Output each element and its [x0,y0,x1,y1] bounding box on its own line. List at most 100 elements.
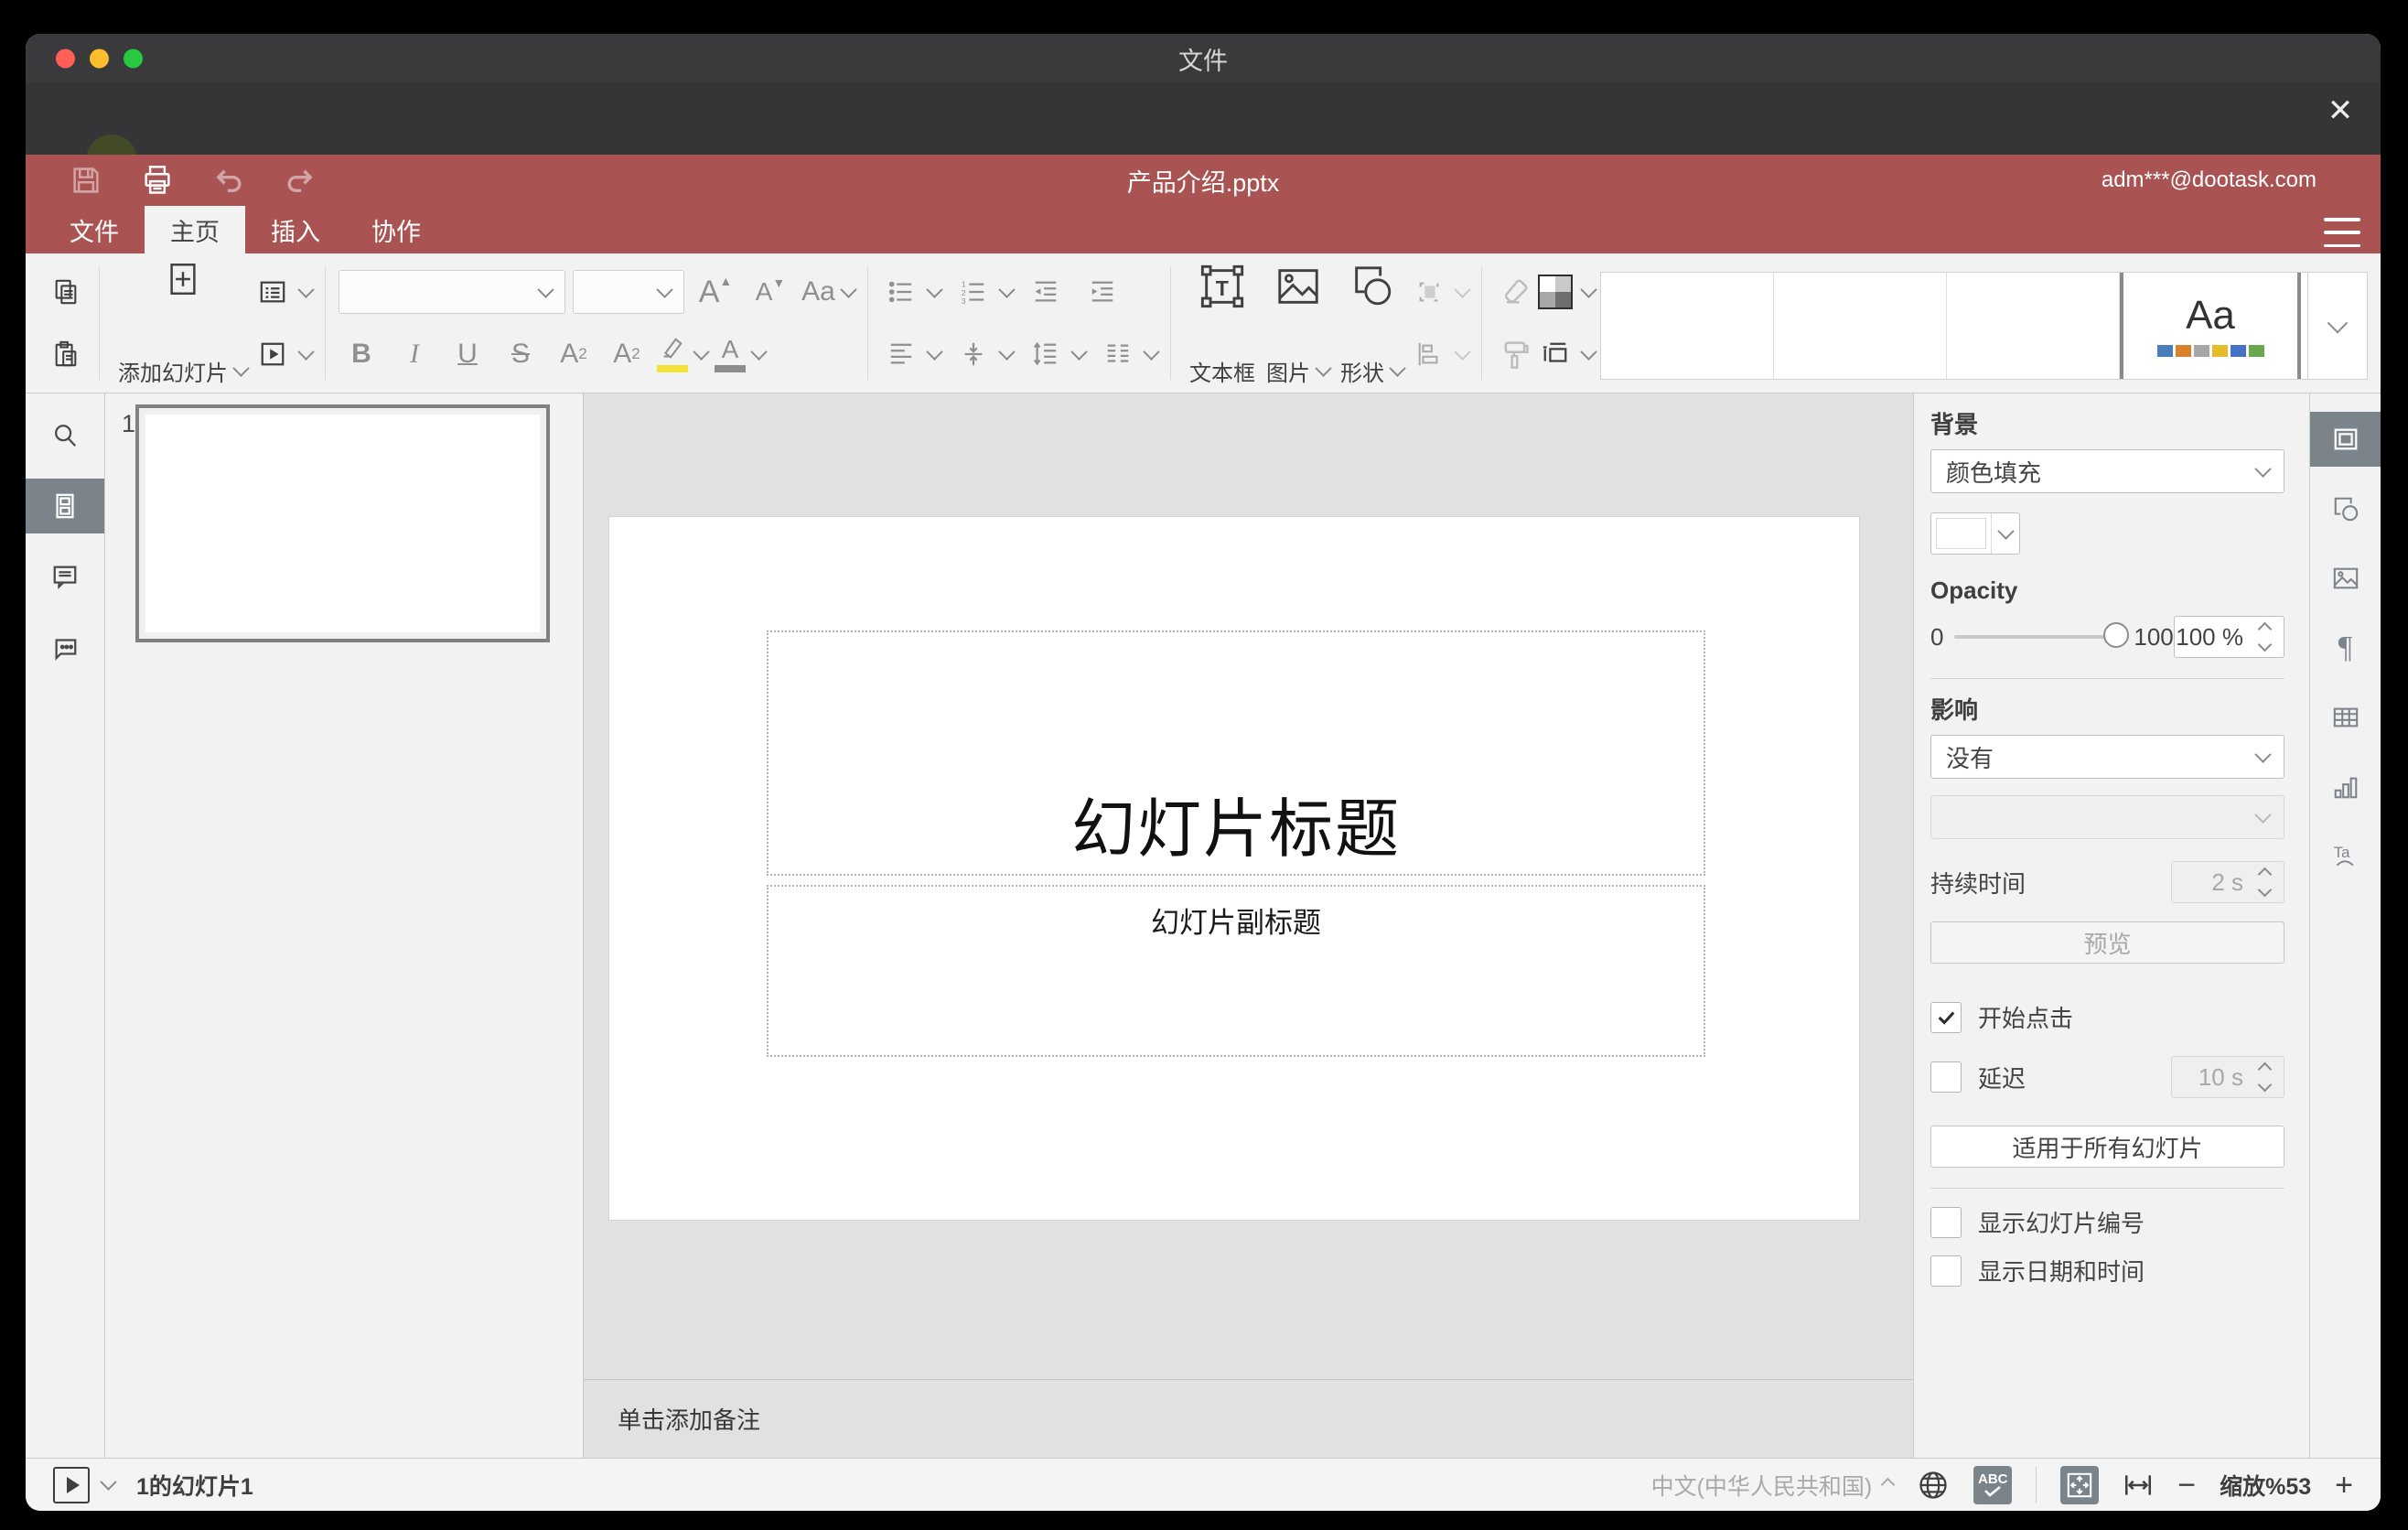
effect-select[interactable]: 没有 [1930,735,2284,779]
effect-type-select[interactable] [1930,795,2284,839]
show-date-time-checkbox[interactable] [1930,1255,1962,1287]
theme-tile[interactable] [1774,273,1947,379]
maximize-traffic-button[interactable] [124,48,143,69]
highlight-color-button[interactable] [657,330,710,378]
notes-area[interactable]: 单击添加备注 [584,1379,1913,1458]
chat-icon[interactable] [26,620,104,674]
theme-tile[interactable] [1601,273,1774,379]
chart-settings-icon[interactable] [2310,760,2381,814]
copy-style-icon[interactable] [1495,330,1535,378]
ribbon-tabs: 文件 主页 插入 协作 [26,206,2381,253]
undo-icon[interactable] [212,164,245,197]
minimize-traffic-button[interactable] [90,48,109,69]
slide-size-icon[interactable] [1535,330,1575,378]
strikeout-button[interactable]: S [498,330,543,378]
slide-layout-icon[interactable] [253,268,293,316]
font-name-select[interactable] [339,270,565,314]
language-selector[interactable]: 中文(中华人民共和国) [1651,1469,1896,1502]
title-placeholder[interactable]: 幻灯片标题 [767,630,1705,876]
superscript-button[interactable]: A2 [551,330,597,378]
columns-icon[interactable] [1098,330,1138,378]
slide-settings-icon[interactable] [2310,412,2381,467]
underline-button[interactable]: U [445,330,490,378]
copy-icon[interactable] [46,268,86,316]
menu-icon[interactable] [2324,215,2360,250]
insert-shape-button[interactable]: 形状 [1335,253,1409,393]
fit-width-icon[interactable] [2123,1470,2154,1501]
paragraph-settings-icon[interactable]: ¶ [2310,620,2381,675]
spellcheck-icon[interactable]: ABC [1973,1465,2013,1504]
redo-icon[interactable] [284,164,317,197]
subtitle-placeholder[interactable]: 幻灯片副标题 [767,885,1705,1057]
slide-thumbnail[interactable] [135,404,550,642]
bullets-icon[interactable] [881,268,921,316]
opacity-label: Opacity [1930,576,2018,604]
change-case-button[interactable]: Aa [801,268,857,316]
editor-header: 产品介绍.pptx adm***@dootask.com 文件 主页 插入 协作 [26,155,2381,253]
numbering-icon[interactable]: 1 2 3 [953,268,994,316]
slideshow-options-icon[interactable] [100,1473,117,1491]
print-icon[interactable] [141,164,174,197]
decrement-font-size-button[interactable]: A ▼ [747,268,794,316]
opacity-slider[interactable] [1954,622,2130,648]
opacity-slider-thumb[interactable] [2103,622,2130,648]
tab-file[interactable]: 文件 [44,206,145,253]
theme-tile-selected[interactable]: Aa [2120,273,2301,379]
zoom-value: 缩放%53 [2220,1473,2312,1500]
increment-font-size-button[interactable]: A ▲ [692,268,739,316]
fit-slide-icon[interactable] [2060,1465,2100,1504]
horizontal-align-icon[interactable] [881,330,921,378]
subscript-button[interactable]: A2 [604,330,650,378]
table-settings-icon[interactable] [2310,690,2381,745]
theme-tile[interactable] [1947,273,2120,379]
close-icon[interactable]: ✕ [2320,91,2360,131]
decrease-indent-icon[interactable] [1026,268,1066,316]
line-spacing-icon[interactable] [1026,330,1066,378]
color-scheme-icon[interactable] [1535,268,1575,316]
delay-checkbox[interactable] [1930,1061,1962,1093]
apply-all-button[interactable]: 适用于所有幻灯片 [1930,1126,2284,1168]
shape-settings-icon[interactable] [2310,481,2381,536]
start-slideshow-icon[interactable] [253,330,293,378]
align-shape-icon[interactable] [1409,330,1449,378]
insert-textbox-button[interactable]: T 文本框 [1184,253,1261,393]
arrange-shape-icon[interactable] [1409,268,1449,316]
paste-icon[interactable] [46,330,86,378]
font-size-select[interactable] [573,270,684,314]
search-icon[interactable] [26,408,104,463]
start-slideshow-status-icon[interactable] [53,1466,90,1503]
preview-button[interactable]: 预览 [1930,921,2284,964]
save-icon[interactable] [70,164,102,197]
add-slide-button[interactable]: 添加幻灯片 [113,253,253,393]
italic-button[interactable]: I [392,330,437,378]
textart-settings-icon[interactable]: Ta [2310,829,2381,884]
tab-insert[interactable]: 插入 [245,206,346,253]
opacity-spinner[interactable]: 100 % [2173,616,2284,658]
zoom-in-icon[interactable]: + [2335,1470,2353,1501]
slides-panel-icon[interactable] [26,479,104,533]
comments-icon[interactable] [26,549,104,604]
image-settings-icon[interactable] [2310,551,2381,606]
theme-tile[interactable] [2301,273,2307,379]
tab-collaboration[interactable]: 协作 [346,206,446,253]
start-on-click-checkbox[interactable] [1930,1001,1962,1033]
delay-spinner[interactable]: 10 s [2171,1056,2284,1098]
duration-spinner[interactable]: 2 s [2171,861,2284,903]
vertical-align-icon[interactable] [953,330,994,378]
background-color-picker[interactable] [1930,512,2020,555]
canvas-area: 幻灯片标题 幻灯片副标题 [584,393,1913,1379]
zoom-out-icon[interactable]: − [2177,1470,2196,1501]
show-slide-number-checkbox[interactable] [1930,1206,1962,1238]
bold-button[interactable]: B [339,330,384,378]
theme-gallery-expand-icon[interactable] [2308,272,2368,380]
clear-style-icon[interactable] [1495,268,1535,316]
slide-canvas[interactable]: 幻灯片标题 幻灯片副标题 [609,517,1859,1220]
close-traffic-button[interactable] [56,48,75,69]
font-color-button[interactable]: A [715,330,768,378]
increase-indent-icon[interactable] [1082,268,1123,316]
document-language-icon[interactable] [1917,1469,1950,1502]
tab-home[interactable]: 主页 [145,206,245,253]
paragraph-group: 1 2 3 [881,253,1160,393]
insert-image-button[interactable]: 图片 [1261,253,1335,393]
fill-type-select[interactable]: 颜色填充 [1930,449,2284,493]
